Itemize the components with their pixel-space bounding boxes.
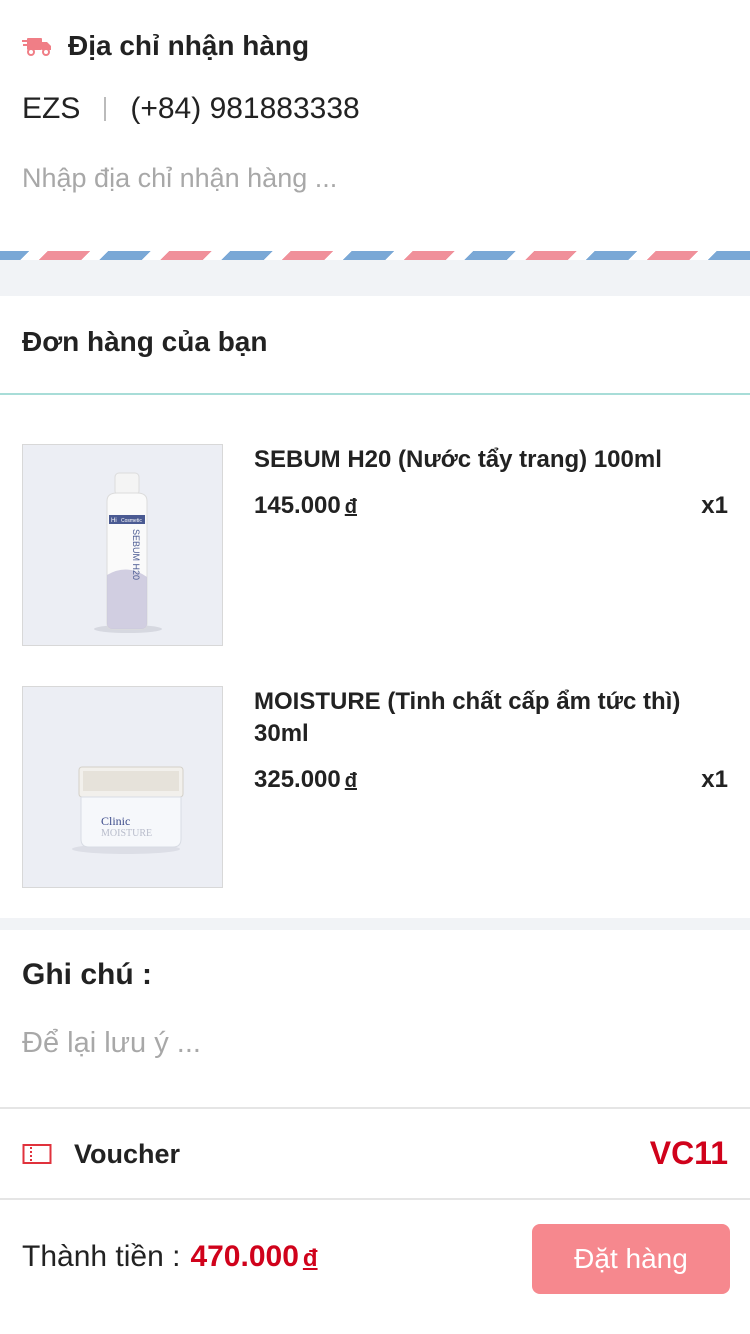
section-gap (0, 260, 750, 296)
product-quantity: x1 (701, 492, 728, 519)
voucher-row[interactable]: Voucher VC11 (0, 1110, 750, 1198)
order-total: Thành tiền : 470.000 đ (22, 1240, 318, 1274)
place-order-button[interactable]: Đặt hàng (532, 1224, 730, 1294)
total-label: Thành tiền : (22, 1240, 181, 1273)
section-gap (0, 918, 750, 930)
voucher-label: Voucher (74, 1139, 181, 1169)
product-price: 145.000 đ (254, 492, 357, 519)
product-quantity: x1 (701, 766, 728, 793)
total-amount: 470.000 đ (190, 1240, 318, 1273)
note-title: Ghi chú : (22, 958, 152, 991)
product-name: MOISTURE (Tinh chất cấp ẩm tức thì) 30ml (254, 688, 681, 747)
contact-separator (104, 97, 107, 121)
product-image-brand: Hi (111, 518, 117, 524)
order-item[interactable]: Hi Cosmetic SEBUM H20 SEBUM H20 (Nước tẩ… (0, 444, 750, 646)
recipient-contact[interactable]: EZS (+84) 981883338 (22, 92, 360, 126)
recipient-name: EZS (22, 92, 81, 125)
recipient-phone: (+84) 981883338 (130, 92, 360, 125)
note-input[interactable] (22, 1022, 722, 1064)
product-image-label: MOISTURE (101, 828, 152, 839)
airmail-border (0, 251, 750, 260)
product-name: SEBUM H20 (Nước tẩy trang) 100ml (254, 446, 662, 473)
product-image[interactable]: Clinic MOISTURE (22, 686, 223, 888)
shipping-address-title: Địa chỉ nhận hàng (68, 30, 310, 61)
shipping-address-section: Địa chỉ nhận hàng EZS (+84) 981883338 (0, 0, 750, 252)
product-image-brand: Clinic (101, 814, 130, 828)
product-image[interactable]: Hi Cosmetic SEBUM H20 (22, 444, 223, 646)
divider (0, 1107, 750, 1109)
product-price: 325.000 đ (254, 766, 357, 793)
ticket-icon (22, 1144, 52, 1164)
voucher-code: VC11 (649, 1135, 728, 1171)
truck-icon (22, 38, 51, 56)
address-input[interactable] (22, 158, 722, 198)
order-divider (0, 393, 750, 395)
checkout-screen: Địa chỉ nhận hàng EZS (+84) 981883338 Đơ… (0, 0, 750, 1334)
order-section-title: Đơn hàng của bạn (22, 326, 268, 357)
product-image-sub: Cosmetic (121, 518, 142, 524)
order-item[interactable]: Clinic MOISTURE MOISTURE (Tinh chất cấp … (0, 686, 750, 888)
divider (0, 1198, 750, 1200)
shipping-address-header: Địa chỉ nhận hàng (22, 30, 309, 62)
product-image-label: SEBUM H20 (131, 529, 141, 580)
